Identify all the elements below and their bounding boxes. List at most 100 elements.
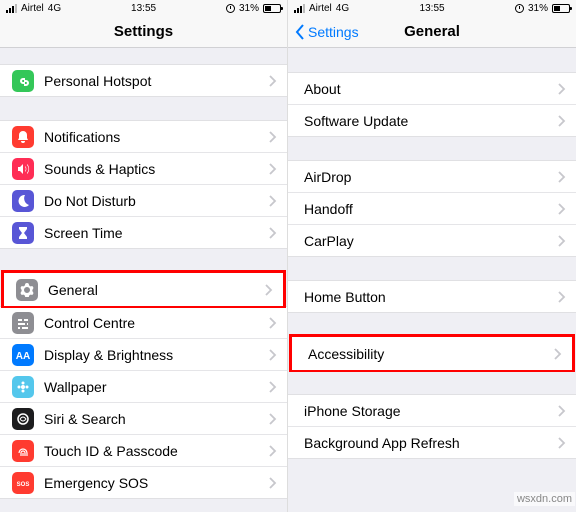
general-screen: Airtel 4G 13:55 31% Settings General Abo… <box>288 0 576 512</box>
row-label: Emergency SOS <box>44 475 269 491</box>
carrier-label: Airtel <box>21 3 44 14</box>
watermark: wsxdn.com <box>514 492 575 506</box>
carrier-label: Airtel <box>309 3 332 14</box>
row-do-not-disturb[interactable]: Do Not Disturb <box>0 184 287 217</box>
row-home-button[interactable]: Home Button <box>288 280 576 313</box>
nav-bar: Settings General <box>288 16 576 48</box>
signal-icon <box>294 4 305 13</box>
highlight-box: Accessibility <box>289 334 575 372</box>
chevron-right-icon <box>558 235 566 247</box>
row-label: iPhone Storage <box>304 403 558 419</box>
fingerprint-icon <box>12 440 34 462</box>
row-label: Siri & Search <box>44 411 269 427</box>
row-touchid[interactable]: Touch ID & Passcode <box>0 434 287 467</box>
row-bg-app-refresh[interactable]: Background App Refresh <box>288 426 576 459</box>
group-separator <box>0 48 287 64</box>
group-separator <box>0 96 287 120</box>
row-sounds-haptics[interactable]: Sounds & Haptics <box>0 152 287 185</box>
row-label: Wallpaper <box>44 379 269 395</box>
battery-icon <box>552 4 570 13</box>
page-title: General <box>404 23 460 40</box>
chevron-right-icon <box>269 131 277 143</box>
battery-pct: 31% <box>239 3 259 14</box>
sound-icon <box>12 158 34 180</box>
clock: 13:55 <box>420 3 445 14</box>
row-screen-time[interactable]: Screen Time <box>0 216 287 249</box>
chevron-right-icon <box>558 437 566 449</box>
row-label: AirDrop <box>304 169 558 185</box>
row-label: Display & Brightness <box>44 347 269 363</box>
siri-icon <box>12 408 34 430</box>
general-list[interactable]: About Software Update AirDrop Handoff CarPla… <box>288 48 576 512</box>
row-control-centre[interactable]: Control Centre <box>0 306 287 339</box>
chevron-right-icon <box>269 477 277 489</box>
back-label: Settings <box>308 24 359 40</box>
chevron-right-icon <box>558 203 566 215</box>
group-separator <box>0 248 287 272</box>
row-label: Handoff <box>304 201 558 217</box>
chevron-right-icon <box>554 348 562 360</box>
row-label: Notifications <box>44 129 269 145</box>
chevron-right-icon <box>558 171 566 183</box>
row-label: Do Not Disturb <box>44 193 269 209</box>
group-separator <box>288 312 576 336</box>
row-label: Sounds & Haptics <box>44 161 269 177</box>
chevron-right-icon <box>269 75 277 87</box>
gear-icon <box>16 279 38 301</box>
row-siri[interactable]: Siri & Search <box>0 402 287 435</box>
chevron-right-icon <box>269 163 277 175</box>
row-accessibility[interactable]: Accessibility <box>292 337 572 370</box>
chevron-right-icon <box>269 445 277 457</box>
row-label: Background App Refresh <box>304 435 558 451</box>
row-personal-hotspot[interactable]: Personal Hotspot <box>0 64 287 97</box>
row-label: About <box>304 81 558 97</box>
row-general[interactable]: General <box>4 273 283 306</box>
alarm-icon <box>515 4 524 13</box>
row-display[interactable]: Display & Brightness <box>0 338 287 371</box>
row-label: Control Centre <box>44 315 269 331</box>
row-label: Touch ID & Passcode <box>44 443 269 459</box>
group-separator <box>288 370 576 394</box>
row-notifications[interactable]: Notifications <box>0 120 287 153</box>
row-label: Screen Time <box>44 225 269 241</box>
battery-icon <box>263 4 281 13</box>
row-handoff[interactable]: Handoff <box>288 192 576 225</box>
row-wallpaper[interactable]: Wallpaper <box>0 370 287 403</box>
group-separator <box>288 48 576 72</box>
sos-icon <box>12 472 34 494</box>
row-airdrop[interactable]: AirDrop <box>288 160 576 193</box>
chevron-right-icon <box>269 349 277 361</box>
chevron-right-icon <box>269 227 277 239</box>
back-button[interactable]: Settings <box>294 24 359 40</box>
row-emergency-sos[interactable]: Emergency SOS <box>0 466 287 499</box>
flower-icon <box>12 376 34 398</box>
network-label: 4G <box>48 3 61 14</box>
row-label: CarPlay <box>304 233 558 249</box>
row-about[interactable]: About <box>288 72 576 105</box>
chevron-right-icon <box>558 83 566 95</box>
nav-bar: Settings <box>0 16 287 48</box>
row-carplay[interactable]: CarPlay <box>288 224 576 257</box>
link-icon <box>12 70 34 92</box>
network-label: 4G <box>336 3 349 14</box>
status-bar: Airtel 4G 13:55 31% <box>288 0 576 16</box>
row-label: Home Button <box>304 289 558 305</box>
chevron-right-icon <box>269 381 277 393</box>
row-iphone-storage[interactable]: iPhone Storage <box>288 394 576 427</box>
chevron-right-icon <box>265 284 273 296</box>
bell-icon <box>12 126 34 148</box>
chevron-left-icon <box>294 24 306 40</box>
chevron-right-icon <box>269 195 277 207</box>
hourglass-icon <box>12 222 34 244</box>
row-label: Accessibility <box>308 346 554 362</box>
status-bar: Airtel 4G 13:55 31% <box>0 0 287 16</box>
settings-list[interactable]: Personal Hotspot Notifications Sounds & Ha… <box>0 48 287 512</box>
group-separator <box>288 136 576 160</box>
row-label: Personal Hotspot <box>44 73 269 89</box>
moon-icon <box>12 190 34 212</box>
row-software-update[interactable]: Software Update <box>288 104 576 137</box>
highlight-box: General <box>1 270 286 308</box>
row-label: General <box>48 282 265 298</box>
signal-icon <box>6 4 17 13</box>
row-label: Software Update <box>304 113 558 129</box>
